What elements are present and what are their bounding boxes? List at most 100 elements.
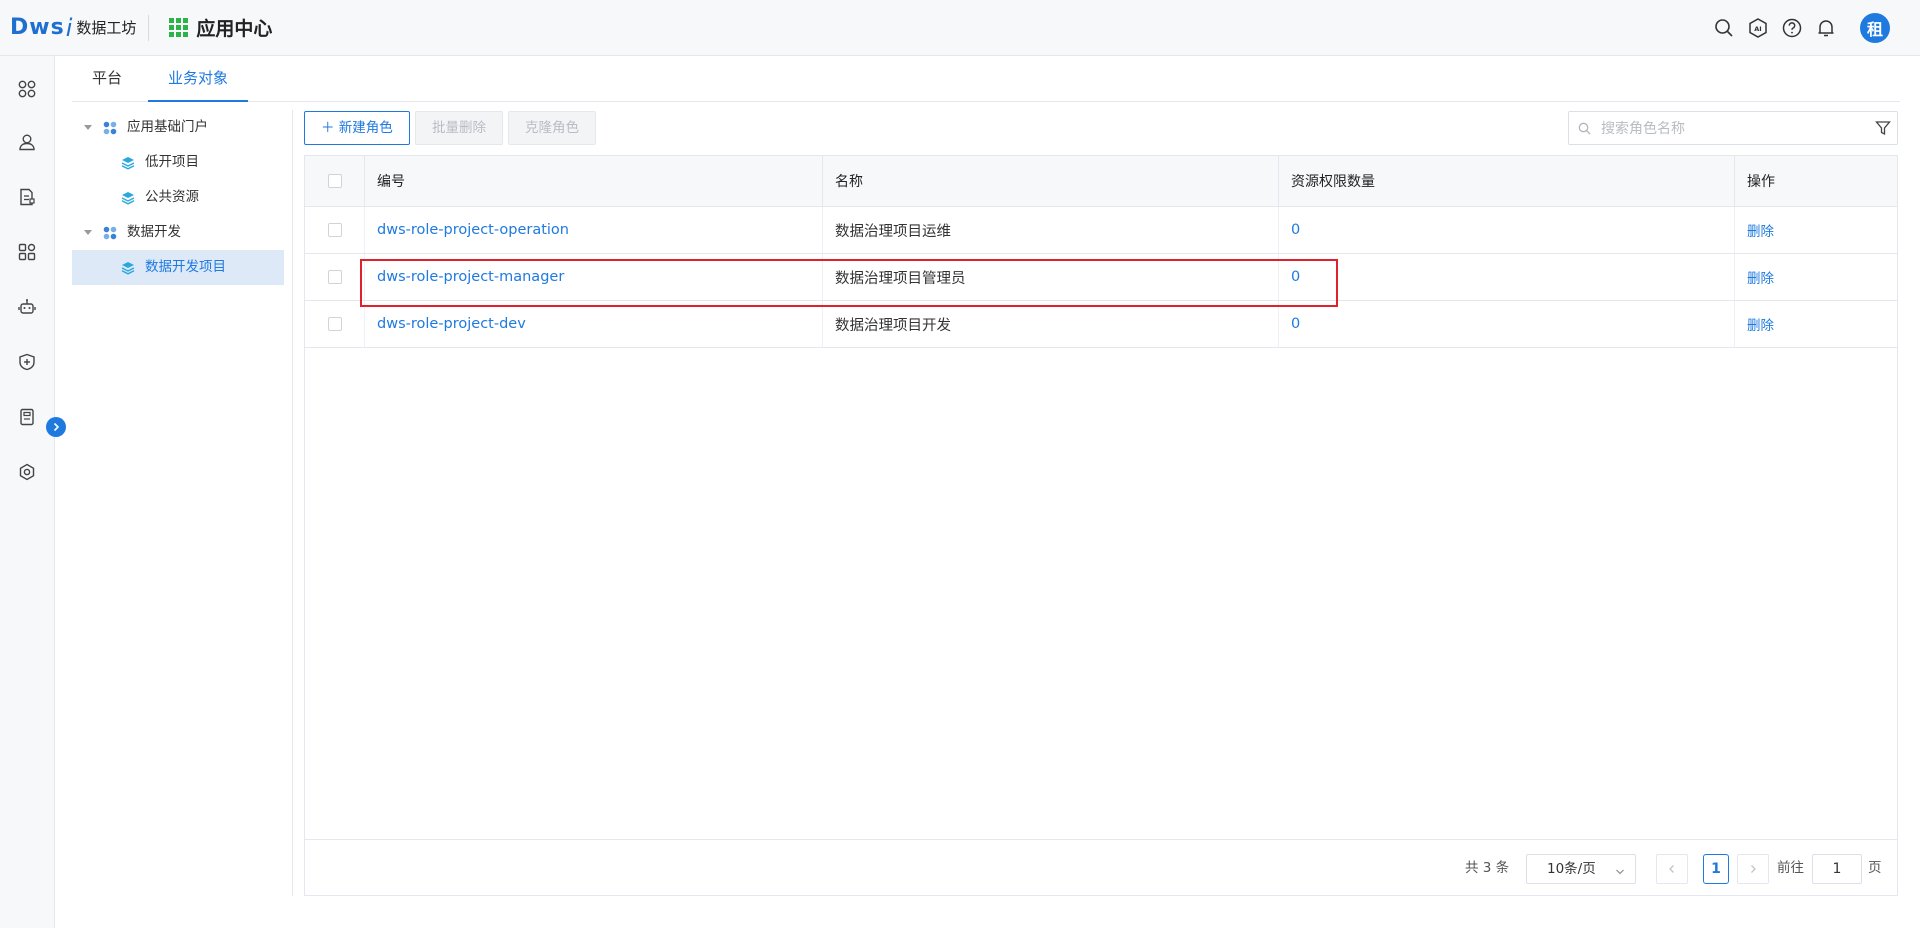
category-icon bbox=[102, 120, 118, 136]
code-cell: dws-role-project-dev bbox=[365, 301, 823, 347]
row-checkbox[interactable] bbox=[327, 223, 342, 237]
next-page-button[interactable] bbox=[1737, 854, 1769, 884]
actions-cell: 删除 bbox=[1735, 207, 1897, 253]
tree-divider bbox=[292, 110, 293, 896]
permission-count-link[interactable]: 0 bbox=[1291, 269, 1300, 285]
role-code-link[interactable]: dws-role-project-operation bbox=[377, 222, 569, 238]
role-code-link[interactable]: dws-role-project-dev bbox=[377, 316, 526, 332]
tree-node-app-portal[interactable]: 应用基础门户 bbox=[72, 110, 284, 145]
modules-icon[interactable] bbox=[16, 241, 38, 263]
tab-business-objects[interactable]: 业务对象 bbox=[148, 56, 249, 102]
top-header: Dws i 数据工坊 应用中心 AI 租 bbox=[0, 0, 1920, 56]
code-cell: dws-role-project-operation bbox=[365, 207, 823, 253]
tree-node-label: 公共资源 bbox=[145, 189, 199, 205]
chevron-down-icon bbox=[1615, 861, 1625, 889]
goto-page-input[interactable] bbox=[1812, 854, 1862, 884]
logo-text: Dws bbox=[10, 15, 65, 40]
app-title[interactable]: 应用中心 bbox=[196, 14, 272, 41]
header-actions: AI 租 bbox=[1714, 0, 1890, 56]
role-name: 数据治理项目运维 bbox=[823, 207, 1279, 253]
page-number-current[interactable]: 1 bbox=[1703, 854, 1729, 884]
permission-count-link[interactable]: 0 bbox=[1291, 316, 1300, 332]
robot-icon[interactable] bbox=[16, 296, 38, 318]
tree-node-data-dev[interactable]: 数据开发 bbox=[72, 215, 284, 250]
role-code-link[interactable]: dws-role-project-manager bbox=[377, 269, 564, 285]
delete-link[interactable]: 删除 bbox=[1747, 220, 1774, 240]
help-icon[interactable] bbox=[1782, 18, 1802, 38]
clone-role-button[interactable]: 克隆角色 bbox=[508, 111, 596, 145]
document-icon[interactable] bbox=[16, 186, 38, 208]
total-count: 共 3 条 bbox=[1465, 860, 1510, 876]
permission-count-link[interactable]: 0 bbox=[1291, 222, 1300, 238]
role-name: 数据治理项目开发 bbox=[823, 301, 1279, 347]
category-icon bbox=[102, 225, 118, 241]
delete-link[interactable]: 删除 bbox=[1747, 267, 1774, 287]
page-label: 页 bbox=[1868, 860, 1882, 876]
row-checkbox[interactable] bbox=[327, 317, 342, 331]
row-check-cell bbox=[305, 207, 365, 253]
tree-node-label: 数据开发 bbox=[127, 224, 181, 240]
chevron-left-icon bbox=[1669, 865, 1674, 873]
logo[interactable]: Dws i 数据工坊 bbox=[10, 0, 136, 56]
caret-down-icon[interactable] bbox=[84, 230, 92, 235]
select-all-checkbox[interactable] bbox=[327, 174, 342, 188]
pagination: 共 3 条 10条/页 1 前往 页 bbox=[304, 839, 1898, 896]
svg-text:AI: AI bbox=[1754, 25, 1761, 33]
goto-label: 前往 bbox=[1777, 860, 1804, 876]
delete-link[interactable]: 删除 bbox=[1747, 314, 1774, 334]
layers-icon bbox=[120, 155, 136, 171]
page-size-value: 10条/页 bbox=[1547, 861, 1596, 877]
plus-icon: ＋ bbox=[321, 120, 335, 136]
user-icon[interactable] bbox=[16, 131, 38, 153]
search-input[interactable] bbox=[1601, 118, 1861, 140]
tab-platform[interactable]: 平台 bbox=[72, 56, 142, 102]
left-icon-rail bbox=[0, 56, 55, 928]
logo-i: i bbox=[65, 13, 73, 42]
ai-assistant-icon[interactable]: AI bbox=[1748, 18, 1768, 38]
tree-node-data-dev-project[interactable]: 数据开发项目 bbox=[72, 250, 284, 285]
select-all-cell bbox=[305, 156, 365, 206]
apps-icon[interactable] bbox=[16, 78, 38, 100]
shield-plus-icon[interactable] bbox=[16, 351, 38, 373]
page-size-select[interactable]: 10条/页 bbox=[1526, 854, 1636, 884]
search-icon bbox=[1578, 122, 1591, 139]
actions-cell: 删除 bbox=[1735, 254, 1897, 300]
row-checkbox[interactable] bbox=[327, 270, 342, 284]
settings-icon[interactable] bbox=[16, 461, 38, 483]
search-box bbox=[1568, 111, 1898, 145]
table-row: dws-role-project-manager 数据治理项目管理员 0 删除 bbox=[305, 254, 1897, 301]
row-check-cell bbox=[305, 254, 365, 300]
code-cell: dws-role-project-manager bbox=[365, 254, 823, 300]
bell-icon[interactable] bbox=[1816, 18, 1836, 38]
prev-page-button[interactable] bbox=[1656, 854, 1688, 884]
tree-node-public-resources[interactable]: 公共资源 bbox=[72, 180, 284, 215]
column-header-actions: 操作 bbox=[1747, 174, 1775, 190]
batch-delete-button[interactable]: 批量删除 bbox=[415, 111, 503, 145]
chevron-right-icon bbox=[53, 422, 60, 432]
actions-cell: 删除 bbox=[1735, 301, 1897, 347]
count-cell: 0 bbox=[1279, 254, 1735, 300]
new-role-label: 新建角色 bbox=[338, 120, 393, 136]
column-header-code[interactable]: 编号 bbox=[365, 156, 823, 206]
filter-icon[interactable] bbox=[1875, 120, 1891, 140]
new-role-button[interactable]: ＋ 新建角色 bbox=[304, 111, 410, 145]
table-header: 编号 名称 资源权限数量 操作 bbox=[305, 156, 1897, 207]
column-header-name[interactable]: 名称 bbox=[823, 156, 1279, 206]
report-icon[interactable] bbox=[16, 406, 38, 428]
app-grid-icon[interactable] bbox=[169, 18, 189, 37]
count-cell: 0 bbox=[1279, 207, 1735, 253]
column-header-count[interactable]: 资源权限数量 bbox=[1279, 156, 1735, 206]
logo-subtitle: 数据工坊 bbox=[76, 19, 137, 37]
table-row: dws-role-project-dev 数据治理项目开发 0 删除 bbox=[305, 301, 1897, 348]
tree-node-label: 数据开发项目 bbox=[145, 259, 226, 275]
search-icon[interactable] bbox=[1714, 18, 1734, 38]
expand-rail-button[interactable] bbox=[46, 417, 66, 437]
role-name: 数据治理项目管理员 bbox=[823, 254, 1279, 300]
table-row: dws-role-project-operation 数据治理项目运维 0 删除 bbox=[305, 207, 1897, 254]
tree-node-label: 低开项目 bbox=[145, 154, 199, 170]
tree-node-lowcode-project[interactable]: 低开项目 bbox=[72, 145, 284, 180]
avatar[interactable]: 租 bbox=[1860, 13, 1890, 43]
tree-node-label: 应用基础门户 bbox=[127, 119, 208, 135]
count-cell: 0 bbox=[1279, 301, 1735, 347]
caret-down-icon[interactable] bbox=[84, 125, 92, 130]
